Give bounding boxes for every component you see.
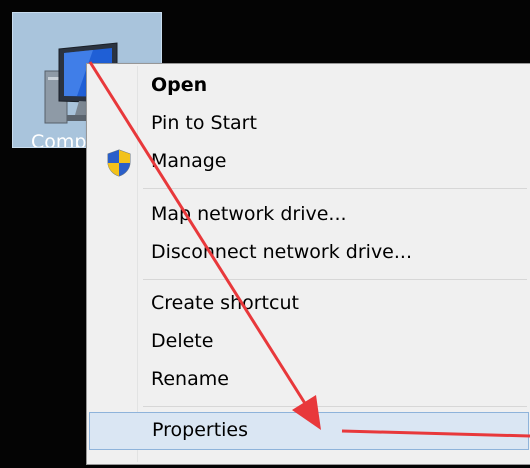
menu-item-label: Rename [151,368,229,390]
menu-separator [143,406,527,407]
menu-item-rename[interactable]: Rename [89,362,529,400]
menu-item-label: Disconnect network drive... [151,241,412,263]
menu-item-label: Properties [152,419,249,441]
menu-item-manage[interactable]: Manage [89,144,529,182]
menu-item-label: Map network drive... [151,203,347,225]
menu-item-properties[interactable]: Properties [89,412,529,450]
menu-item-open[interactable]: Open [89,68,529,106]
menu-item-label: Open [151,74,208,96]
menu-item-disconnect-network-drive[interactable]: Disconnect network drive... [89,235,529,273]
menu-item-label: Pin to Start [151,112,257,134]
uac-shield-icon [107,149,131,177]
desktop-icon-label: Comp [31,131,87,148]
menu-item-map-network-drive[interactable]: Map network drive... [89,197,529,235]
menu-item-delete[interactable]: Delete [89,324,529,362]
menu-item-label: Delete [151,330,214,352]
menu-item-label: Create shortcut [151,292,299,314]
menu-separator [143,188,527,189]
menu-item-pin-to-start[interactable]: Pin to Start [89,106,529,144]
menu-separator [143,279,527,280]
menu-item-label: Manage [151,150,227,172]
context-menu: Open Pin to Start Manage Map network dri… [86,63,530,465]
menu-item-create-shortcut[interactable]: Create shortcut [89,286,529,324]
